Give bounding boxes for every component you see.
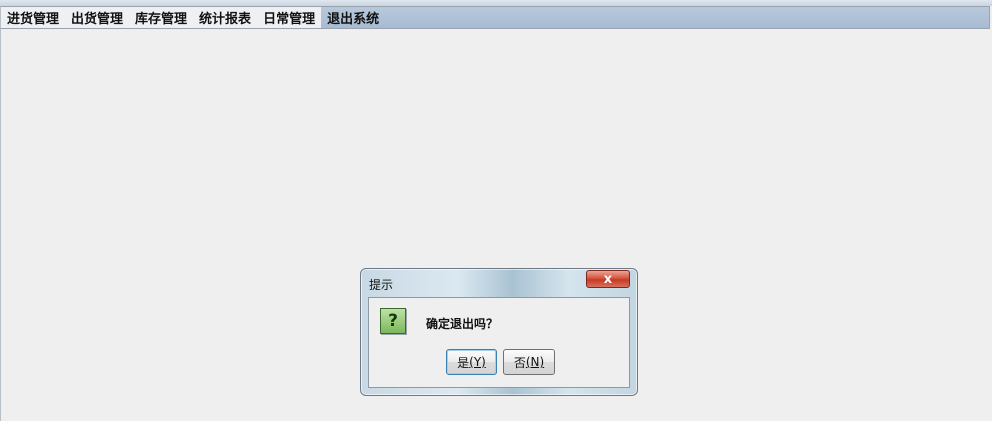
close-button[interactable]: x <box>586 270 630 288</box>
no-button-mnemonic: (N) <box>525 355 545 369</box>
close-icon: x <box>603 271 613 287</box>
menu-item-label: 库存管理 <box>135 12 188 27</box>
menu-item-label: 统计报表 <box>199 12 252 27</box>
menu-item-label: 进货管理 <box>7 12 60 27</box>
menu-item-label: 日常管理 <box>263 12 316 27</box>
menu-item-inventory[interactable]: 库存管理 <box>129 7 193 28</box>
dialog-title: 提示 <box>369 278 394 292</box>
menu-bar: 进货管理 出货管理 库存管理 统计报表 日常管理 退出系统 <box>0 6 990 29</box>
no-button[interactable]: 否 (N) <box>503 349 555 375</box>
yes-button-mnemonic: (Y) <box>469 355 486 369</box>
no-button-label: 否 <box>513 355 526 370</box>
yes-button[interactable]: 是 (Y) <box>446 349 497 375</box>
menu-item-exit[interactable]: 退出系统 <box>321 7 989 28</box>
menu-item-reports[interactable]: 统计报表 <box>193 7 257 28</box>
question-icon: ? <box>380 308 406 334</box>
question-glyph: ? <box>388 311 398 331</box>
menu-item-label: 退出系统 <box>327 12 380 27</box>
confirm-dialog: 提示 x ? 确定退出吗？ 是 (Y) 否 (N) <box>360 268 638 396</box>
menu-item-label: 出货管理 <box>71 12 124 27</box>
dialog-message: 确定退出吗？ <box>426 317 499 331</box>
frame-left-edge <box>0 29 1 421</box>
menu-item-purchase[interactable]: 进货管理 <box>1 7 65 28</box>
yes-button-label: 是 <box>457 355 470 370</box>
dialog-body: ? 确定退出吗？ 是 (Y) 否 (N) <box>368 297 630 388</box>
menu-item-shipment[interactable]: 出货管理 <box>65 7 129 28</box>
menu-item-daily[interactable]: 日常管理 <box>257 7 321 28</box>
